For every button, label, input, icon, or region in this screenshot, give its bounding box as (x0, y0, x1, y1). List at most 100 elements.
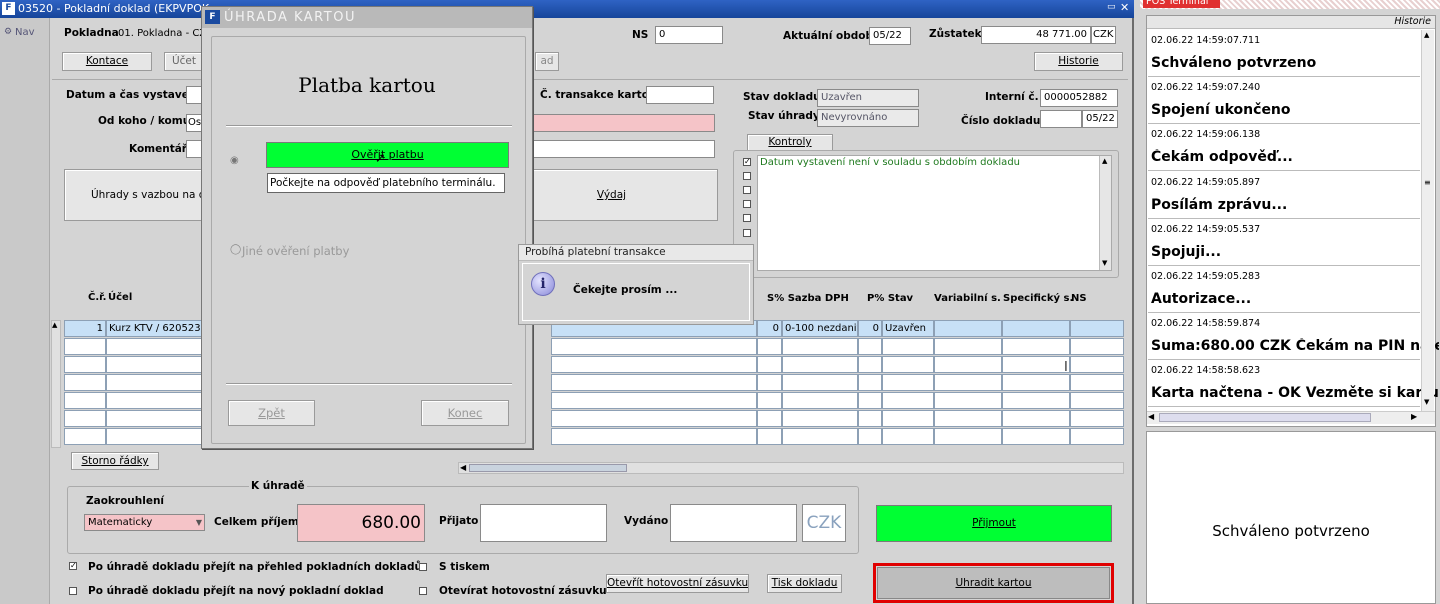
table-cell[interactable] (1070, 338, 1124, 355)
table-cell[interactable] (551, 374, 757, 391)
table-cell[interactable] (1002, 338, 1070, 355)
cislo-field-prefix[interactable] (1040, 110, 1082, 128)
kontrola-checkbox-4[interactable] (743, 200, 751, 208)
table-cell[interactable] (551, 356, 757, 373)
table-cell[interactable] (934, 338, 1002, 355)
kontrola-checkbox-5[interactable] (743, 214, 751, 222)
check-tisk[interactable] (419, 563, 427, 571)
nav-label[interactable]: Nav (15, 27, 35, 38)
table-cell[interactable] (782, 338, 858, 355)
table-cell[interactable] (882, 374, 934, 391)
back-button[interactable]: Zpět (228, 400, 315, 426)
verify-button[interactable]: Ověřit platbu (266, 142, 509, 168)
kontace-button[interactable]: Kontace (62, 52, 152, 71)
table-cell[interactable] (1070, 374, 1124, 391)
ucet-button[interactable]: Účet (164, 52, 204, 71)
table-cell[interactable] (882, 356, 934, 373)
ns-field[interactable]: 0 (655, 26, 723, 44)
close-icon[interactable]: ✕ (1120, 1, 1129, 14)
uhradit-button[interactable]: Uhradit kartou (877, 567, 1110, 599)
check-novy[interactable] (69, 587, 77, 595)
scroll-down-icon[interactable]: ▼ (1102, 259, 1107, 267)
vydaj-button[interactable]: Výdaj (505, 169, 718, 221)
other-option-label[interactable]: Jiné ověření platby (242, 244, 349, 258)
uhrady-button[interactable]: Úhrady s vazbou na dokl (64, 169, 204, 221)
table-cell[interactable] (64, 410, 106, 427)
verify-radio[interactable]: ◉ (230, 155, 239, 166)
table-cell[interactable] (64, 356, 106, 373)
transakce-field[interactable] (646, 86, 714, 104)
table-cell[interactable] (757, 356, 782, 373)
table-cell[interactable] (782, 356, 858, 373)
kontroly-tab[interactable]: Kontroly (747, 134, 833, 151)
table-cell[interactable] (106, 410, 202, 427)
table-cell[interactable] (882, 392, 934, 409)
table-cell[interactable] (106, 338, 202, 355)
table-cell[interactable] (858, 428, 882, 445)
historie-button[interactable]: Historie (1034, 52, 1123, 71)
table-cell[interactable] (1070, 392, 1124, 409)
row1-variabilni[interactable] (934, 320, 1002, 337)
partial-button[interactable]: ad (535, 52, 559, 71)
prijato-field[interactable] (480, 504, 607, 542)
table-cell[interactable] (1002, 392, 1070, 409)
scroll-up-icon[interactable]: ▲ (1102, 157, 1107, 165)
kontroly-scrollbar[interactable]: ▲ ▼ (1099, 156, 1111, 270)
table-left-scroll[interactable]: ▲ (51, 320, 61, 448)
table-cell[interactable] (934, 356, 1002, 373)
vydano-field[interactable] (670, 504, 797, 542)
table-scroll-up-icon[interactable]: ▲ (52, 321, 57, 329)
pos-vscrollbar[interactable]: ▲ ≡ ▼ (1421, 30, 1434, 411)
table-cell[interactable] (64, 392, 106, 409)
table-cell[interactable] (934, 374, 1002, 391)
print-button[interactable]: Tisk dokladu (767, 574, 842, 593)
table-cell[interactable] (858, 338, 882, 355)
komentar-field-wide[interactable] (533, 140, 715, 158)
table-cell[interactable] (64, 374, 106, 391)
end-button[interactable]: Konec (421, 400, 509, 426)
row1-s[interactable]: 0 (757, 320, 782, 337)
chevron-down-icon[interactable]: ▼ (196, 515, 202, 530)
od-koho-name-field[interactable] (533, 114, 715, 132)
kontrola-checkbox-6[interactable] (743, 229, 751, 237)
table-cell[interactable] (1002, 428, 1070, 445)
check-prehled[interactable]: ✓ (69, 562, 77, 570)
pos-scroll-right-icon[interactable]: ▶ (1411, 412, 1417, 421)
row1-ns[interactable] (1070, 320, 1124, 337)
table-cell[interactable] (882, 410, 934, 427)
pos-hscroll-thumb[interactable] (1159, 413, 1371, 422)
table-cell[interactable] (1070, 410, 1124, 427)
prijmout-button[interactable]: Přijmout (876, 505, 1112, 542)
storno-button[interactable]: Storno řádky (71, 452, 159, 470)
open-drawer-button[interactable]: Otevřít hotovostní zásuvku (606, 574, 749, 593)
table-cell[interactable] (782, 428, 858, 445)
table-cell[interactable] (882, 338, 934, 355)
table-cell[interactable] (934, 428, 1002, 445)
table-cell[interactable] (106, 428, 202, 445)
table-cell[interactable] (1002, 410, 1070, 427)
table-cell[interactable] (106, 392, 202, 409)
table-cell[interactable] (551, 392, 757, 409)
kontrola-checkbox-3[interactable] (743, 186, 751, 194)
other-radio[interactable]: ◯ (230, 244, 241, 255)
row1-specificky[interactable] (1002, 320, 1070, 337)
check-zasuvka[interactable] (419, 587, 427, 595)
table-cell[interactable] (757, 374, 782, 391)
table-cell[interactable] (782, 392, 858, 409)
table-cell[interactable] (757, 410, 782, 427)
table-cell[interactable] (934, 392, 1002, 409)
kontrola-checkbox-1[interactable]: ✓ (743, 158, 751, 166)
table-cell[interactable] (106, 374, 202, 391)
pos-hscrollbar[interactable]: ◀ ▶ (1147, 411, 1435, 424)
row1-sazba[interactable]: 0-100 nezdanite (782, 320, 858, 337)
hscroll-left-icon[interactable]: ◀ (460, 463, 466, 472)
row1-ucel[interactable]: Kurz KTV / 620523 (106, 320, 202, 337)
cislo-field[interactable]: 05/22 (1082, 110, 1118, 128)
pos-scroll-down-icon[interactable]: ▼ (1424, 398, 1429, 406)
table-cell[interactable] (1070, 428, 1124, 445)
table-cell[interactable] (782, 410, 858, 427)
zaokrouhleni-select[interactable]: Matematicky ▼ (84, 514, 205, 531)
table-cell[interactable] (1002, 356, 1070, 373)
table-cell[interactable] (551, 428, 757, 445)
table-hscrollbar[interactable]: ◀ (458, 462, 1124, 474)
